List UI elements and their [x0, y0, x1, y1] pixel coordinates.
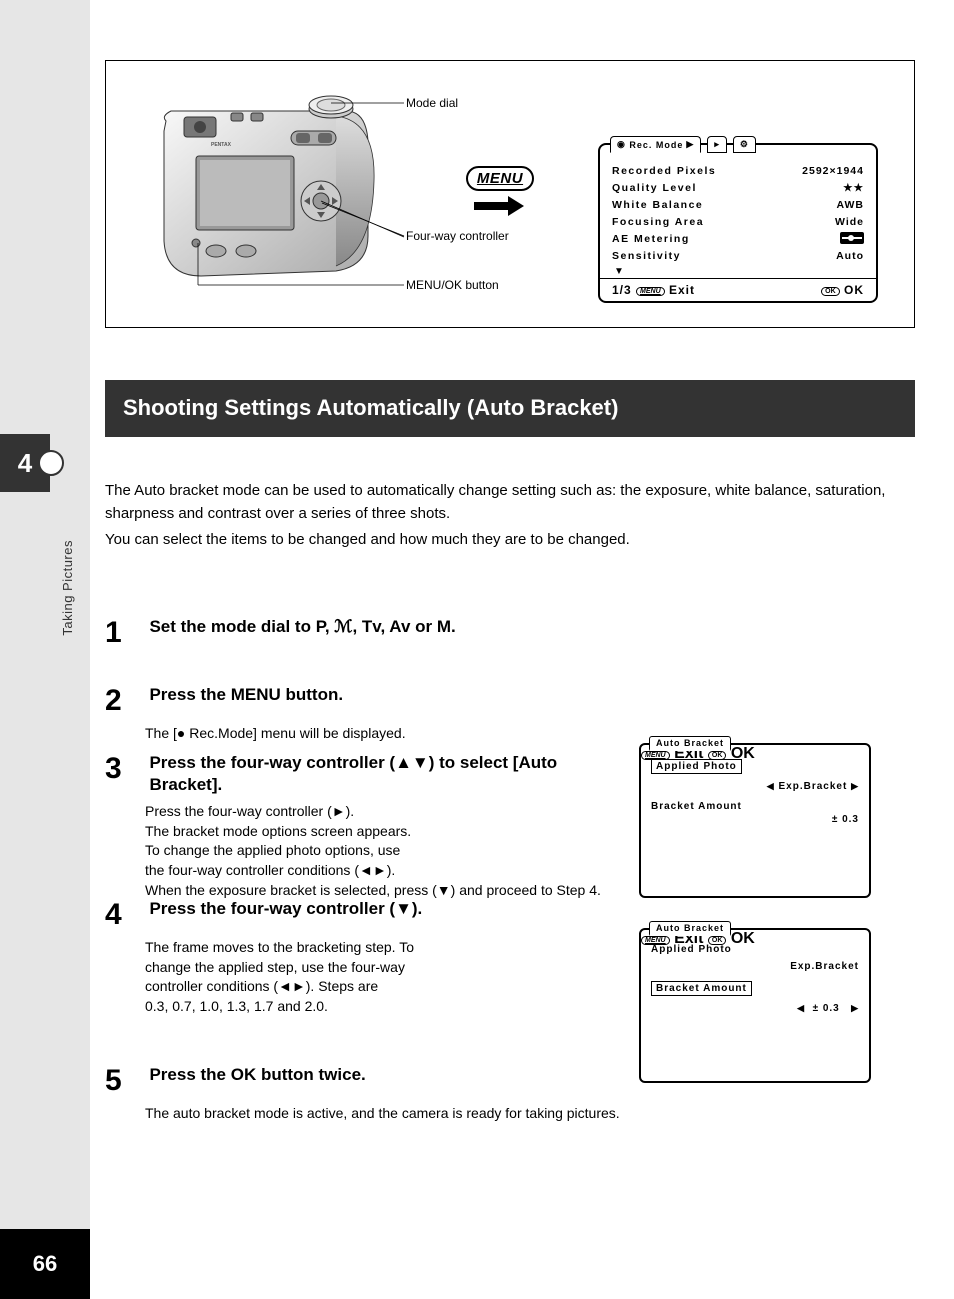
meter-icon	[840, 232, 864, 244]
step-heading: Press the OK button twice.	[149, 1064, 629, 1086]
bracket-amount-label: Bracket Amount	[651, 801, 859, 812]
step-value: ± 0.3	[651, 812, 859, 828]
camera-icon: ◉	[617, 139, 626, 150]
exp-bracket-value: Exp.Bracket	[778, 781, 847, 792]
callout-mode-dial: Mode dial	[406, 96, 458, 110]
bracket-amount-selected: Bracket Amount	[651, 981, 752, 996]
tab-playback: ▸	[707, 136, 727, 153]
arrow-right-icon	[474, 196, 524, 216]
row-value	[840, 231, 864, 248]
playback-icon: ▸	[714, 139, 720, 150]
tab-rec-mode: ◉ Rec. Mode ▶	[610, 136, 701, 153]
step-body: The [● Rec.Mode] menu will be displayed.	[145, 724, 645, 744]
lcd-tabs: ◉ Rec. Mode ▶ ▸ ⚙	[610, 136, 756, 153]
step-1: 1 Set the mode dial to P, ℳ, Tv, Av or M…	[105, 616, 645, 650]
row-value: ★★	[843, 180, 864, 197]
menu-button-graphic: MENU	[466, 166, 534, 191]
intro-p1: The Auto bracket mode can be used to aut…	[105, 480, 915, 525]
step-body: Press the four-way controller (►). The b…	[145, 802, 645, 900]
step-body: The auto bracket mode is active, and the…	[145, 1104, 645, 1124]
lcd-rec-menu: ◉ Rec. Mode ▶ ▸ ⚙ Recorded Pixels2592×19…	[598, 143, 878, 303]
row-label: White Balance	[612, 197, 703, 214]
row-value: AWB	[837, 197, 865, 214]
row-label: Recorded Pixels	[612, 163, 716, 180]
page-indicator: 1/3	[612, 283, 632, 297]
scroll-down-icon: ▼	[614, 266, 625, 277]
tab-arrow-icon: ▶	[686, 139, 694, 150]
step-3: 3 Press the four-way controller (▲▼) to …	[105, 752, 645, 900]
step-number: 5	[105, 1064, 145, 1098]
tab-rec-mode-label: Rec. Mode	[629, 140, 683, 150]
right-arrow-icon: ▶	[851, 1003, 859, 1013]
lcd-bracket-1: Auto Bracket Applied Photo ◀ Exp.Bracket…	[639, 743, 871, 898]
row-value: Auto	[836, 248, 864, 265]
lcd-bracket-2: Auto Bracket Applied Photo Exp.Bracket B…	[639, 928, 871, 1083]
step-heading: Press the four-way controller (▲▼) to se…	[149, 752, 629, 796]
figure-box: PENTAX Mode dial Four-way controller MEN…	[105, 60, 915, 328]
right-arrow-icon: ▶	[851, 781, 859, 791]
step-heading: Press the MENU button.	[149, 684, 629, 706]
step-5: 5 Press the OK button twice. The auto br…	[105, 1064, 645, 1124]
callout-menu-ok: MENU/OK button	[406, 278, 499, 292]
lcd-body: Recorded Pixels 2592×1944 Quality Level ★★…	[612, 163, 864, 265]
step-number: 1	[105, 616, 145, 650]
intro-text: The Auto bracket mode can be used to aut…	[105, 480, 915, 556]
step-2: 2 Press the MENU button. The [● Rec.Mode…	[105, 684, 645, 744]
page-number: 66	[0, 1229, 90, 1299]
step-body: The frame moves to the bracketing step. …	[145, 938, 645, 1016]
step-heading: Set the mode dial to P, ℳ, Tv, Av or M.	[149, 616, 629, 638]
row-value: 2592×1944	[802, 163, 864, 180]
tab-notch	[38, 450, 64, 476]
row-label: Sensitivity	[612, 248, 681, 265]
lcd-tab-label: Auto Bracket	[649, 921, 731, 936]
section-heading: Shooting Settings Automatically (Auto Br…	[105, 380, 915, 437]
left-margin	[0, 0, 90, 1299]
row-label: Focusing Area	[612, 214, 704, 231]
row-label: AE Metering	[612, 231, 690, 248]
left-arrow-icon: ◀	[797, 1003, 805, 1013]
step-number: 2	[105, 684, 145, 718]
side-label: Taking Pictures	[60, 540, 75, 636]
step-value: ± 0.3	[813, 1003, 840, 1014]
ok-label: OK	[844, 283, 864, 297]
lcd-tab-label: Auto Bracket	[649, 736, 731, 751]
ok-button-icon: OK	[821, 287, 840, 296]
step-number: 3	[105, 752, 145, 786]
lcd-body: Applied Photo ◀ Exp.Bracket ▶ Bracket Am…	[651, 759, 859, 828]
left-arrow-icon: ◀	[767, 781, 775, 791]
setup-icon: ⚙	[740, 139, 749, 150]
lcd-body: Applied Photo Exp.Bracket Bracket Amount…	[651, 944, 859, 1017]
step-number: 4	[105, 898, 145, 932]
applied-photo-label: Applied Photo	[651, 944, 859, 955]
step-heading: Press the four-way controller (▼).	[149, 898, 629, 920]
row-label: Quality Level	[612, 180, 697, 197]
menu-button-icon: MENU	[636, 287, 665, 296]
tab-setup: ⚙	[733, 136, 756, 153]
exit-label: Exit	[669, 283, 695, 297]
step-4: 4 Press the four-way controller (▼). The…	[105, 898, 645, 1016]
applied-photo-selected: Applied Photo	[651, 759, 742, 774]
intro-p2: You can select the items to be changed a…	[105, 529, 915, 552]
row-value: Wide	[835, 214, 864, 231]
lcd-footer: 1/3 MENU Exit OK OK	[600, 278, 876, 301]
exp-bracket-value: Exp.Bracket	[651, 959, 859, 975]
callout-four-way: Four-way controller	[406, 229, 509, 243]
